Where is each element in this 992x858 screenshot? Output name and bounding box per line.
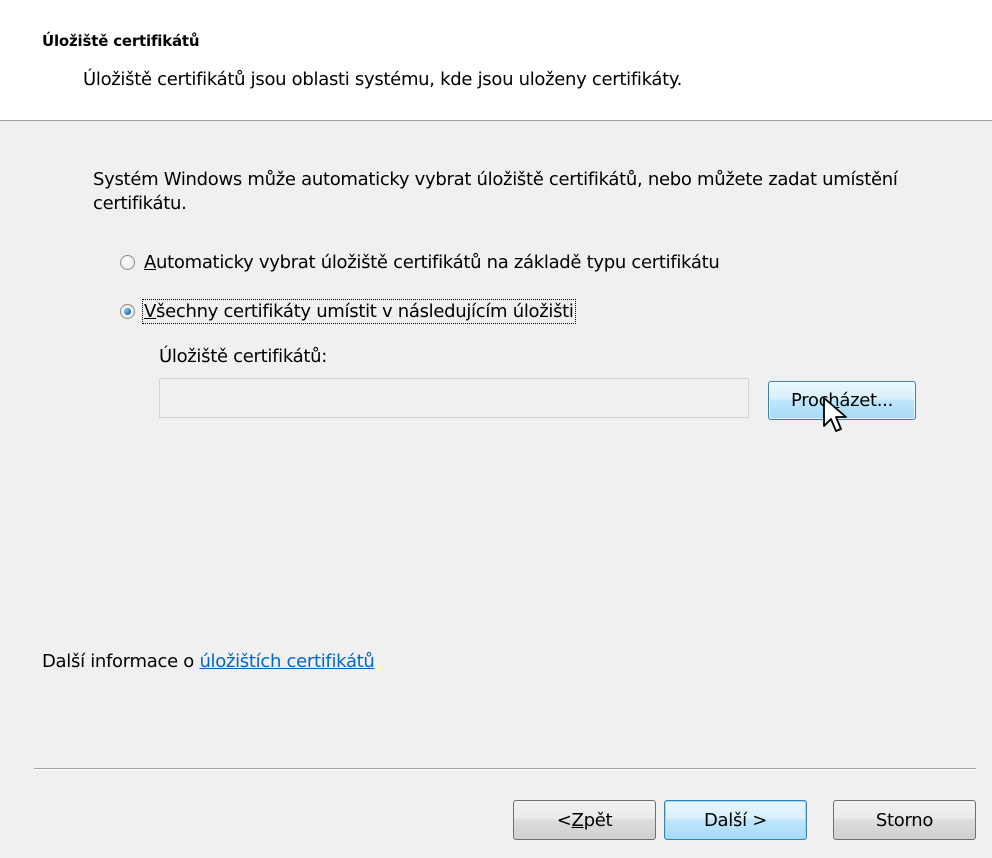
header-divider: [0, 120, 992, 121]
wizard-header: Úložiště certifikátů Úložiště certifikát…: [0, 0, 992, 120]
back-label-post: pět: [583, 809, 613, 831]
browse-label-post: ázet...: [839, 390, 894, 411]
radio-auto-select[interactable]: Automaticky vybrat úložiště certifikátů …: [120, 252, 720, 273]
radio-auto-select-hotkey: A: [144, 252, 157, 273]
browse-label-pre: Proc: [790, 390, 829, 411]
page-title: Úložiště certifikátů: [42, 32, 200, 50]
browse-label-hotkey: h: [828, 390, 840, 411]
footer-divider-highlight: [34, 769, 976, 770]
radio-auto-select-label[interactable]: Automaticky vybrat úložiště certifikátů …: [144, 252, 720, 273]
browse-button[interactable]: Proc h ázet...: [768, 381, 916, 420]
radio-place-all-label[interactable]: Všechny certifikáty umístit v následujíc…: [142, 299, 576, 324]
cancel-button[interactable]: Storno: [833, 800, 976, 840]
intro-text: Systém Windows může automaticky vybrat ú…: [93, 169, 898, 214]
radio-place-all-button[interactable]: [120, 304, 135, 319]
radio-place-all-hotkey: V: [144, 301, 157, 322]
radio-auto-select-text: utomaticky vybrat úložiště certifikátů n…: [156, 252, 720, 273]
radio-auto-select-button[interactable]: [120, 255, 135, 270]
back-label-hotkey: Z: [571, 809, 584, 831]
radio-place-all[interactable]: Všechny certifikáty umístit v následujíc…: [120, 299, 576, 324]
more-info-prefix: Další informace o: [42, 651, 200, 672]
back-button[interactable]: < Zpět: [513, 800, 656, 840]
more-info-link[interactable]: úložištích certifikátů: [199, 651, 374, 672]
next-button[interactable]: Další >: [664, 800, 807, 840]
page-description: Úložiště certifikátů jsou oblasti systém…: [83, 69, 683, 90]
back-label-pre: <: [556, 809, 572, 831]
store-field-label: Úložiště certifikátů:: [159, 346, 328, 367]
more-info: Další informace o úložištích certifikátů: [42, 651, 375, 672]
store-input[interactable]: [159, 378, 749, 418]
radio-place-all-text: šechny certifikáty umístit v následující…: [156, 301, 574, 322]
